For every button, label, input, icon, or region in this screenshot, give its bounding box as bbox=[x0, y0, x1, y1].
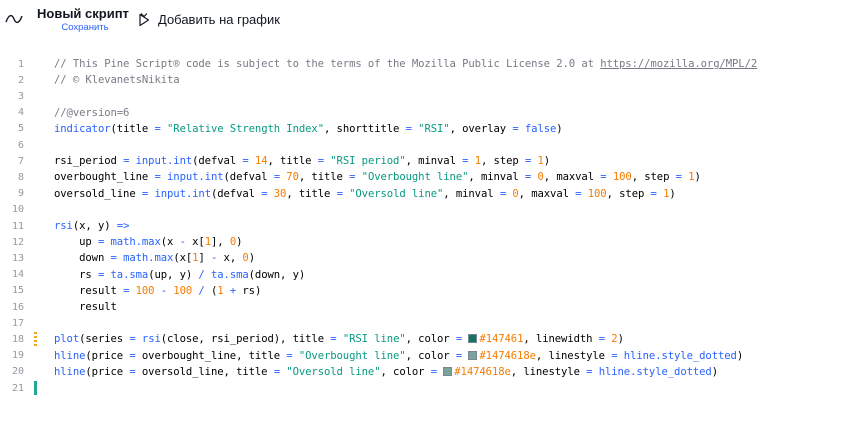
line-number: 11 bbox=[11, 220, 24, 232]
code-line[interactable]: 10 bbox=[0, 202, 868, 218]
code-line[interactable]: 7 rsi_period = input.int(defval = 14, tit… bbox=[0, 153, 868, 169]
line-gutter bbox=[28, 202, 54, 218]
code-line[interactable]: 3 bbox=[0, 88, 868, 104]
line-gutter bbox=[28, 283, 54, 299]
line-number: 10 bbox=[11, 204, 24, 216]
line-gutter bbox=[28, 72, 54, 88]
line-number: 7 bbox=[17, 155, 24, 167]
editor-toolbar: Новый скрипт Сохранить Добавить на графи… bbox=[0, 0, 868, 44]
code-line[interactable]: 13 down = math.max(x[1] - x, 0) bbox=[0, 250, 868, 266]
code-line[interactable]: 4 //@version=6 bbox=[0, 105, 868, 121]
line-gutter bbox=[28, 250, 54, 266]
line-number: 18 bbox=[11, 333, 24, 345]
play-icon bbox=[139, 13, 150, 27]
code-text: rs = ta.sma(up, y) / ta.sma(down, y) bbox=[54, 268, 306, 281]
code-line[interactable]: 21 bbox=[0, 380, 868, 396]
line-gutter bbox=[28, 234, 54, 250]
color-swatch[interactable] bbox=[468, 350, 478, 360]
line-number: 4 bbox=[17, 107, 24, 119]
code-text: overbought_line = input.int(defval = 70,… bbox=[54, 171, 701, 184]
line-number: 5 bbox=[17, 123, 24, 135]
line-gutter bbox=[28, 218, 54, 234]
line-number: 3 bbox=[17, 90, 24, 102]
code-line[interactable]: 20 hline(price = oversold_line, title = "… bbox=[0, 364, 868, 380]
code-text: plot(series = rsi(close, rsi_period), ti… bbox=[54, 333, 624, 346]
line-number: 12 bbox=[11, 236, 24, 248]
code-text: hline(price = overbought_line, title = "… bbox=[54, 349, 744, 362]
line-gutter bbox=[28, 105, 54, 121]
line-number: 6 bbox=[17, 139, 24, 151]
code-line[interactable]: 15 result = 100 - 100 / (1 + rs) bbox=[0, 283, 868, 299]
code-line[interactable]: 8 overbought_line = input.int(defval = 70… bbox=[0, 169, 868, 185]
script-name-dropdown[interactable]: Новый скрипт bbox=[37, 6, 149, 22]
code-text: rsi_period = input.int(defval = 14, titl… bbox=[54, 155, 551, 168]
line-number: 13 bbox=[11, 252, 24, 264]
color-swatch[interactable] bbox=[468, 334, 478, 344]
line-number: 1 bbox=[17, 58, 24, 70]
add-to-chart-label: Добавить на график bbox=[158, 12, 280, 27]
code-text: indicator(title = "Relative Strength Ind… bbox=[54, 122, 563, 135]
code-text: rsi(x, y) => bbox=[54, 220, 130, 232]
code-line[interactable]: 18 plot(series = rsi(close, rsi_period), … bbox=[0, 331, 868, 347]
code-line[interactable]: 9 oversold_line = input.int(defval = 30, … bbox=[0, 186, 868, 202]
line-number: 17 bbox=[11, 317, 24, 329]
script-name[interactable]: Новый скрипт bbox=[37, 6, 129, 22]
line-number: 20 bbox=[11, 366, 24, 378]
code-editor[interactable]: 1 // This Pine Script® code is subject to… bbox=[0, 56, 868, 435]
code-text: // © KlevanetsNikita bbox=[54, 74, 180, 87]
color-swatch[interactable] bbox=[443, 366, 453, 376]
line-gutter bbox=[28, 315, 54, 331]
code-text: result bbox=[54, 301, 117, 313]
line-gutter bbox=[28, 186, 54, 202]
code-text: hline(price = oversold_line, title = "Ov… bbox=[54, 365, 718, 378]
indicator-wave-icon[interactable] bbox=[5, 12, 23, 26]
modified-line-marker bbox=[34, 332, 37, 347]
code-line[interactable]: 14 rs = ta.sma(up, y) / ta.sma(down, y) bbox=[0, 267, 868, 283]
code-line[interactable]: 6 bbox=[0, 137, 868, 153]
save-link[interactable]: Сохранить bbox=[61, 22, 108, 33]
code-line[interactable]: 17 bbox=[0, 315, 868, 331]
line-number: 21 bbox=[11, 382, 24, 394]
cursor-line-marker bbox=[34, 381, 37, 395]
code-text: oversold_line = input.int(defval = 30, t… bbox=[54, 187, 676, 200]
code-line[interactable]: 16 result bbox=[0, 299, 868, 315]
code-text: result = 100 - 100 / (1 + rs) bbox=[54, 284, 262, 297]
script-title-block: Новый скрипт Сохранить bbox=[37, 6, 149, 33]
code-text: // This Pine Script® code is subject to … bbox=[54, 58, 758, 70]
line-gutter bbox=[28, 169, 54, 185]
line-gutter bbox=[28, 348, 54, 364]
line-gutter bbox=[28, 56, 54, 72]
line-gutter bbox=[28, 331, 54, 347]
line-number: 19 bbox=[11, 350, 24, 362]
line-number: 2 bbox=[17, 74, 24, 86]
code-line[interactable]: 11 rsi(x, y) => bbox=[0, 218, 868, 234]
code-line[interactable]: 12 up = math.max(x - x[1], 0) bbox=[0, 234, 868, 250]
code-line[interactable]: 2 // © KlevanetsNikita bbox=[0, 72, 868, 88]
code-text: up = math.max(x - x[1], 0) bbox=[54, 236, 243, 249]
code-text: down = math.max(x[1] - x, 0) bbox=[54, 252, 255, 265]
line-gutter bbox=[28, 88, 54, 104]
code-text: //@version=6 bbox=[54, 106, 130, 119]
line-number: 8 bbox=[17, 171, 24, 183]
line-gutter bbox=[28, 153, 54, 169]
line-number: 16 bbox=[11, 301, 24, 313]
code-line[interactable]: 1 // This Pine Script® code is subject to… bbox=[0, 56, 868, 72]
line-number: 14 bbox=[11, 269, 24, 281]
line-gutter bbox=[28, 299, 54, 315]
line-gutter bbox=[28, 121, 54, 137]
code-line[interactable]: 5 indicator(title = "Relative Strength In… bbox=[0, 121, 868, 137]
line-gutter bbox=[28, 137, 54, 153]
line-number: 15 bbox=[11, 285, 24, 297]
add-to-chart-button[interactable]: Добавить на график bbox=[138, 12, 280, 28]
line-gutter bbox=[28, 267, 54, 283]
line-gutter bbox=[28, 364, 54, 380]
line-number: 9 bbox=[17, 188, 24, 200]
code-line[interactable]: 19 hline(price = overbought_line, title =… bbox=[0, 348, 868, 364]
line-gutter bbox=[28, 380, 54, 396]
